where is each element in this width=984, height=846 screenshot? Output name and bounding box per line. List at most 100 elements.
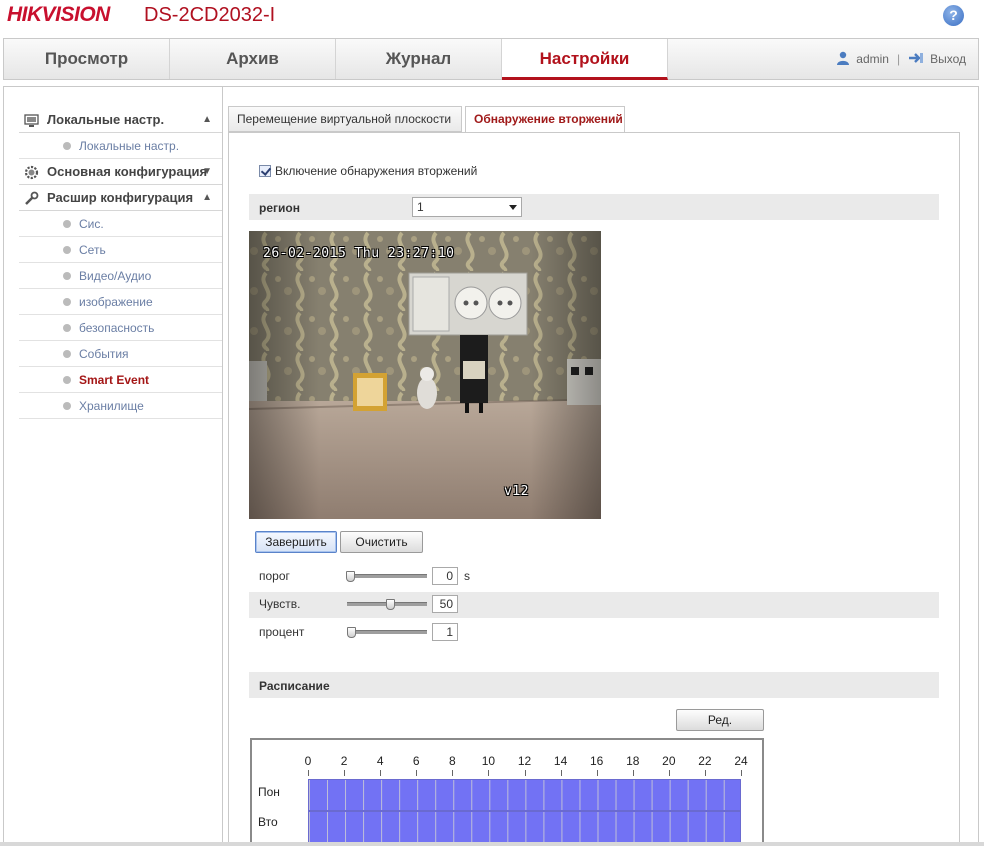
sidebar-group-basic[interactable]: Основная конфигурация ▼ <box>19 159 222 185</box>
hour-tick <box>416 770 418 776</box>
region-value: 1 <box>417 200 424 214</box>
edit-schedule-button[interactable]: Ред. <box>676 709 764 731</box>
main-nav: Просмотр Архив Журнал Настройки admin | Вы… <box>3 38 979 80</box>
chevron-up-icon[interactable]: ▲ <box>202 107 212 133</box>
hour-label: 22 <box>698 754 712 768</box>
video-timestamp: 26-02-2015 Thu 23:27:10 <box>263 246 455 261</box>
nav-playback[interactable]: Архив <box>170 39 336 79</box>
wrench-icon <box>25 191 39 205</box>
video-preview[interactable]: 26-02-2015 Thu 23:27:10 v12 <box>249 231 601 519</box>
video-frame-image <box>249 231 601 519</box>
threshold-unit: s <box>464 569 470 583</box>
gear-icon <box>24 165 39 180</box>
sidebar-item-local-settings[interactable]: Локальные настр. <box>19 133 222 159</box>
chevron-down-icon[interactable]: ▼ <box>202 159 212 185</box>
schedule-bar-mon[interactable] <box>308 779 741 811</box>
user-area: admin | Выход <box>836 39 966 79</box>
bullet-icon <box>63 220 71 228</box>
finish-drawing-button[interactable]: Завершить <box>255 531 337 553</box>
sidebar-item-label: Видео/Аудио <box>79 269 152 283</box>
threshold-slider-handle[interactable] <box>346 571 355 582</box>
threshold-slider[interactable] <box>347 574 427 578</box>
tab-intrusion-detection[interactable]: Обнаружение вторжений <box>465 106 625 133</box>
hour-tick <box>560 770 562 776</box>
bullet-icon <box>63 142 71 150</box>
hour-label: 14 <box>553 754 568 768</box>
region-label: регион <box>259 201 300 215</box>
sidebar-group-local[interactable]: Локальные настр. ▲ <box>19 107 222 133</box>
chevron-up-icon[interactable]: ▲ <box>202 185 212 211</box>
sidebar-item-label: Сис. <box>79 217 104 231</box>
schedule-band: Расписание <box>249 672 939 698</box>
sidebar-item-events[interactable]: События <box>19 341 222 367</box>
region-select[interactable]: 1 <box>412 197 522 217</box>
hour-tick <box>344 770 346 776</box>
user-separator: | <box>896 52 901 66</box>
percent-slider[interactable] <box>347 630 427 634</box>
bottom-scroll-strip <box>0 842 984 846</box>
hour-label: 6 <box>412 754 420 768</box>
hour-tick <box>596 770 598 776</box>
percent-slider-handle[interactable] <box>346 627 356 638</box>
hour-tick <box>704 770 706 776</box>
sidebar-item-system[interactable]: Сис. <box>19 211 222 237</box>
sidebar-item-video-audio[interactable]: Видео/Аудио <box>19 263 222 289</box>
sidebar-item-smart-event[interactable]: Smart Event <box>19 367 222 393</box>
tab-line-crossing[interactable]: Перемещение виртуальной плоскости <box>228 106 462 132</box>
hour-tick <box>380 770 382 776</box>
enable-checkbox[interactable] <box>259 165 271 177</box>
sensitivity-input[interactable]: 50 <box>432 595 458 613</box>
hour-tick <box>488 770 490 776</box>
percent-input[interactable]: 1 <box>432 623 458 641</box>
sidebar-item-label: Сеть <box>79 243 106 257</box>
hour-label: 2 <box>340 754 348 768</box>
schedule-bar-tue[interactable] <box>308 811 741 843</box>
logout-icon <box>909 53 924 63</box>
hour-tick <box>632 770 634 776</box>
video-camera-name: v12 <box>504 484 529 499</box>
nav-log[interactable]: Журнал <box>336 39 502 79</box>
sidebar-group-label: Основная конфигурация <box>47 164 208 179</box>
top-header: HIKVISION DS-2CD2032-I ? <box>0 0 984 32</box>
day-label-mon: Пон <box>258 785 280 799</box>
sidebar-item-label: изображение <box>79 295 153 309</box>
sidebar-group-advanced[interactable]: Расшир конфигурация ▲ <box>19 185 222 211</box>
sidebar-group-label: Расшир конфигурация <box>47 190 194 205</box>
percent-label: процент <box>259 625 305 639</box>
sidebar-group-label: Локальные настр. <box>47 112 165 127</box>
nav-live-view[interactable]: Просмотр <box>4 39 170 79</box>
hour-tick <box>308 770 309 776</box>
hour-tick <box>452 770 454 776</box>
threshold-input[interactable]: 0 <box>432 567 458 585</box>
sidebar-item-security[interactable]: безопасность <box>19 315 222 341</box>
hour-tick <box>741 770 742 776</box>
nav-configuration[interactable]: Настройки <box>502 39 668 80</box>
hour-label: 16 <box>589 754 604 768</box>
bullet-icon <box>63 272 71 280</box>
help-icon[interactable]: ? <box>943 5 964 26</box>
logout-link[interactable]: Выход <box>930 52 966 66</box>
hour-tick <box>524 770 526 776</box>
sidebar-item-label: Хранилище <box>79 399 144 413</box>
sidebar-item-network[interactable]: Сеть <box>19 237 222 263</box>
brand-logo: HIKVISION <box>7 3 110 26</box>
bullet-icon <box>63 298 71 306</box>
clear-button[interactable]: Очистить <box>340 531 423 553</box>
hour-label: 24 <box>734 754 748 768</box>
bullet-icon <box>63 324 71 332</box>
hour-label: 4 <box>376 754 384 768</box>
user-icon <box>837 51 850 65</box>
bullet-icon <box>63 350 71 358</box>
enable-row: Включение обнаружения вторжений <box>259 164 477 178</box>
sidebar-divider <box>222 86 223 846</box>
sidebar-item-storage[interactable]: Хранилище <box>19 393 222 419</box>
sidebar-item-label: безопасность <box>79 321 155 335</box>
monitor-icon <box>24 114 39 127</box>
dropdown-arrow-icon <box>509 205 517 210</box>
sensitivity-slider-handle[interactable] <box>386 599 395 610</box>
sidebar-item-label: Локальные настр. <box>79 139 180 153</box>
day-label-tue: Вто <box>258 815 278 829</box>
hour-tick <box>668 770 670 776</box>
sidebar-item-label: События <box>79 347 129 361</box>
sidebar-item-image[interactable]: изображение <box>19 289 222 315</box>
